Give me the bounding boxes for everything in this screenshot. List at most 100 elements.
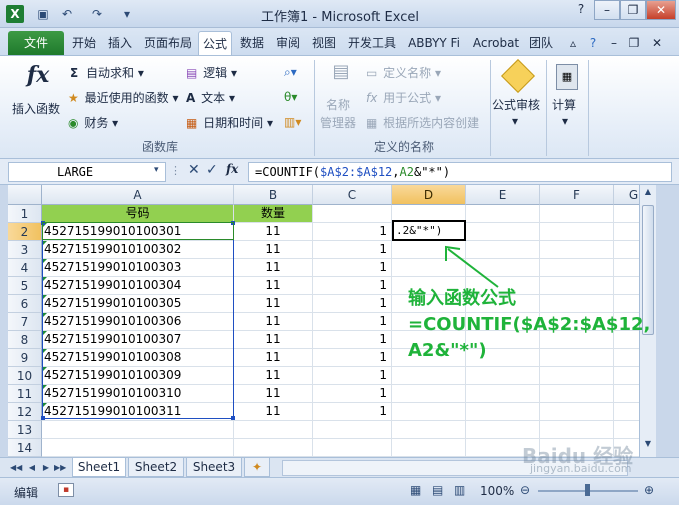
tab-view[interactable]: 视图 xyxy=(308,31,340,55)
select-all-corner[interactable] xyxy=(8,185,42,205)
close-button[interactable]: ✕ xyxy=(646,0,676,20)
cell-count[interactable]: 1 xyxy=(313,349,392,367)
next-sheet-icon[interactable]: ▶ xyxy=(40,461,52,475)
more-functions-button[interactable]: ▥▾ xyxy=(284,114,301,130)
minimize-button[interactable]: – xyxy=(594,0,620,20)
scroll-down-icon[interactable]: ▼ xyxy=(642,439,654,453)
name-box-dropdown-icon[interactable]: ▾ xyxy=(154,165,159,175)
cell-qty[interactable]: 11 xyxy=(234,385,313,403)
cancel-icon[interactable]: ✕ xyxy=(188,162,200,178)
cell-count[interactable]: 1 xyxy=(313,331,392,349)
cell[interactable] xyxy=(540,241,614,259)
cell-count[interactable]: 1 xyxy=(313,385,392,403)
column-header-b[interactable]: B xyxy=(234,185,313,205)
zoom-slider-thumb[interactable] xyxy=(585,484,590,496)
cell[interactable] xyxy=(540,385,614,403)
enter-icon[interactable]: ✓ xyxy=(206,162,218,178)
datetime-button[interactable]: ▦ 日期和时间 ▾ xyxy=(186,114,273,131)
row-header-4[interactable]: 4 xyxy=(8,259,42,277)
cell-qty[interactable]: 11 xyxy=(234,349,313,367)
zoom-level[interactable]: 100% xyxy=(480,484,514,498)
column-header-f[interactable]: F xyxy=(540,185,614,205)
cell[interactable] xyxy=(392,367,466,385)
row-header-2[interactable]: 2 xyxy=(8,223,42,241)
range-handle[interactable] xyxy=(41,416,45,420)
cell-count[interactable]: 1 xyxy=(313,313,392,331)
define-name-button[interactable]: ▭ 定义名称 ▾ xyxy=(366,64,441,81)
doc-close-icon[interactable]: ✕ xyxy=(648,31,666,55)
help-button[interactable]: ? xyxy=(570,0,592,20)
financial-button[interactable]: ◉ 财务 ▾ xyxy=(68,114,118,131)
cell[interactable] xyxy=(234,439,313,457)
row-header-10[interactable]: 10 xyxy=(8,367,42,385)
cell[interactable] xyxy=(313,205,392,223)
help-icon[interactable]: ? xyxy=(586,31,600,55)
macro-record-icon[interactable]: ▪ xyxy=(58,483,74,497)
tab-developer[interactable]: 开发工具 xyxy=(344,31,400,55)
cell-count[interactable]: 1 xyxy=(313,295,392,313)
cell[interactable] xyxy=(540,403,614,421)
ribbon-collapse-icon[interactable]: ▵ xyxy=(566,31,580,55)
tab-home[interactable]: 开始 xyxy=(68,31,100,55)
cell[interactable] xyxy=(42,439,234,457)
tab-abbyy[interactable]: ABBYY Fi xyxy=(404,31,464,55)
row-header-7[interactable]: 7 xyxy=(8,313,42,331)
tab-insert[interactable]: 插入 xyxy=(104,31,136,55)
redo-icon[interactable]: ↷ xyxy=(88,5,106,23)
normal-view-icon[interactable]: ▦ xyxy=(410,483,421,497)
row-header-9[interactable]: 9 xyxy=(8,349,42,367)
logical-button[interactable]: ▤ 逻辑 ▾ xyxy=(186,64,237,81)
cell-header-b1[interactable]: 数量 xyxy=(234,205,313,223)
create-from-selection-button[interactable]: ▦ 根据所选内容创建 xyxy=(366,114,479,131)
column-header-c[interactable]: C xyxy=(313,185,392,205)
column-header-d[interactable]: D xyxy=(392,185,466,205)
active-cell-d2[interactable]: .2&"*") xyxy=(392,220,466,241)
sheet-tab-sheet1[interactable]: Sheet1 xyxy=(72,458,126,477)
tab-page-layout[interactable]: 页面布局 xyxy=(140,31,196,55)
tab-review[interactable]: 审阅 xyxy=(272,31,304,55)
name-manager-button[interactable]: ▤ 名称 管理器 xyxy=(320,62,362,132)
column-header-a[interactable]: A xyxy=(42,185,234,205)
cell[interactable] xyxy=(234,421,313,439)
cell[interactable] xyxy=(540,223,614,241)
sheet-tab-sheet2[interactable]: Sheet2 xyxy=(128,458,184,477)
row-header-8[interactable]: 8 xyxy=(8,331,42,349)
cell-count[interactable]: 1 xyxy=(313,367,392,385)
cell[interactable] xyxy=(313,421,392,439)
quick-access-dropdown-icon[interactable]: ▾ xyxy=(118,5,136,23)
cell-count[interactable]: 1 xyxy=(313,277,392,295)
cell[interactable] xyxy=(392,421,466,439)
cell-qty[interactable]: 11 xyxy=(234,331,313,349)
cell-header-a1[interactable]: 号码 xyxy=(42,205,234,223)
calculation-button[interactable]: ▦ 计算 ▾ xyxy=(550,62,584,132)
insert-sheet-icon[interactable]: ✦ xyxy=(244,458,270,477)
sheet-tab-sheet3[interactable]: Sheet3 xyxy=(186,458,242,477)
row-header-13[interactable]: 13 xyxy=(8,421,42,439)
row-header-1[interactable]: 1 xyxy=(8,205,42,223)
cell[interactable] xyxy=(466,403,540,421)
cell[interactable] xyxy=(540,205,614,223)
row-header-5[interactable]: 5 xyxy=(8,277,42,295)
formula-input[interactable]: =COUNTIF($A$2:$A$12,A2&"*") xyxy=(248,162,672,182)
cell-qty[interactable]: 11 xyxy=(234,367,313,385)
zoom-out-icon[interactable]: ⊖ xyxy=(520,483,530,497)
name-box[interactable]: LARGE xyxy=(8,162,166,182)
cell-count[interactable]: 1 xyxy=(313,241,392,259)
tab-team[interactable]: 团队 xyxy=(526,31,556,55)
cell[interactable] xyxy=(466,367,540,385)
cell[interactable] xyxy=(313,439,392,457)
cell[interactable] xyxy=(540,259,614,277)
scroll-up-icon[interactable]: ▲ xyxy=(642,187,654,201)
cell[interactable] xyxy=(466,421,540,439)
first-sheet-icon[interactable]: ◀◀ xyxy=(10,461,22,475)
cell[interactable] xyxy=(392,403,466,421)
cell-qty[interactable]: 11 xyxy=(234,241,313,259)
cell[interactable] xyxy=(392,385,466,403)
cell-qty[interactable]: 11 xyxy=(234,223,313,241)
cell[interactable] xyxy=(540,421,614,439)
text-button[interactable]: A 文本 ▾ xyxy=(186,89,235,106)
doc-minimize-icon[interactable]: – xyxy=(606,31,622,55)
tab-file[interactable]: 文件 xyxy=(8,31,64,55)
use-in-formula-button[interactable]: fx 用于公式 ▾ xyxy=(366,89,441,106)
cell[interactable] xyxy=(466,385,540,403)
